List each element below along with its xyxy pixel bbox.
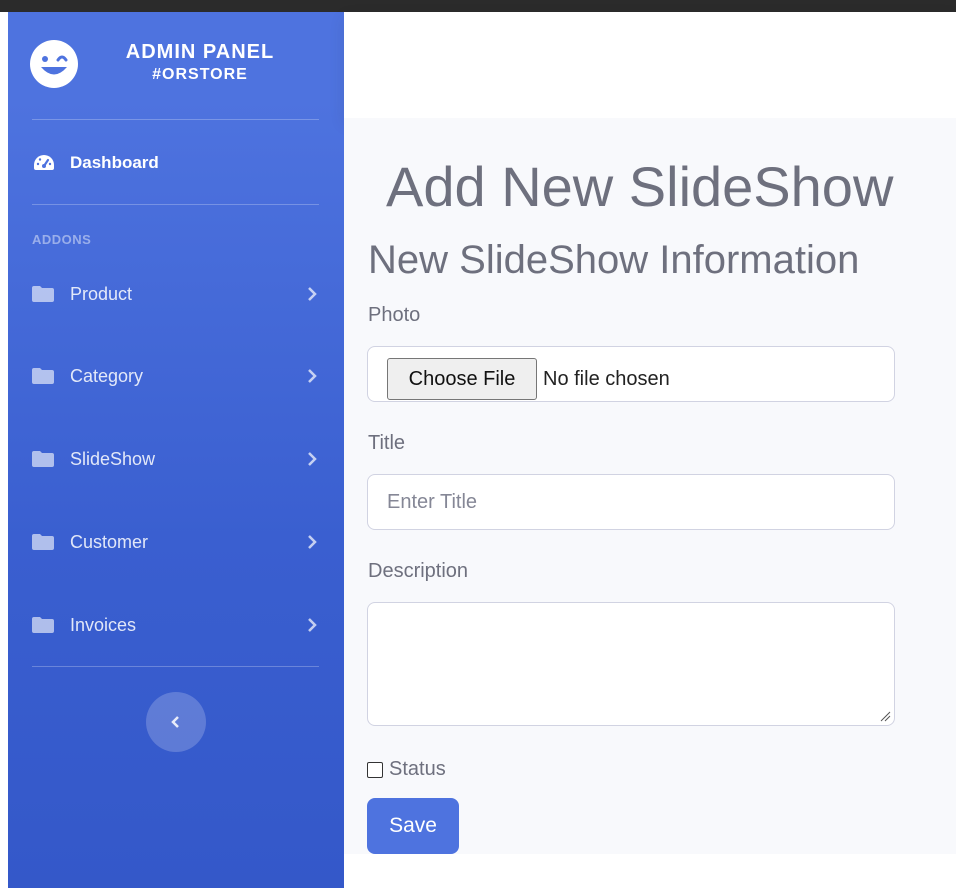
description-label: Description (368, 560, 469, 582)
sidebar-heading: ADDONS (32, 232, 92, 247)
sidebar-item-invoices[interactable]: Invoices (32, 610, 318, 640)
chevron-right-icon (308, 618, 317, 632)
sidebar-item-category[interactable]: Category (32, 361, 318, 391)
sidebar-brand[interactable]: ADMIN PANEL #ORSTORE (30, 40, 330, 100)
sidebar-divider (32, 666, 319, 667)
page-title: Add New SlideShow (386, 155, 894, 218)
chevron-right-icon (308, 369, 317, 383)
brand-text: ADMIN PANEL #ORSTORE (100, 40, 340, 86)
sidebar-item-slideshow[interactable]: SlideShow (32, 444, 318, 474)
sidebar-item-label: Invoices (70, 614, 137, 635)
sidebar-item-label: Category (70, 365, 144, 386)
save-button[interactable]: Save (367, 798, 459, 854)
choose-file-button[interactable]: Choose File (387, 358, 537, 400)
title-placeholder: Enter Title (387, 491, 478, 513)
photo-label: Photo (368, 304, 421, 326)
main-content: Add New SlideShow New SlideShow Informat… (344, 118, 956, 854)
status-label: Status (389, 758, 446, 780)
brand-title: ADMIN PANEL (125, 41, 275, 63)
chevron-right-icon (308, 452, 317, 466)
folder-icon (32, 534, 54, 550)
status-checkbox[interactable] (367, 761, 383, 778)
sidebar-item-label: SlideShow (70, 448, 156, 469)
folder-icon (32, 286, 54, 302)
sidebar-item-label: Customer (70, 531, 149, 552)
sidebar-toggle-button[interactable] (146, 692, 206, 752)
title-label: Title (368, 432, 406, 454)
sidebar-item-label: Product (70, 283, 133, 304)
resize-grip-icon[interactable] (879, 710, 891, 722)
description-textarea[interactable] (367, 602, 895, 726)
sidebar-item-customer[interactable]: Customer (32, 527, 318, 557)
chevron-left-icon (171, 716, 179, 728)
photo-file-input[interactable]: Choose File No file chosen (367, 346, 895, 402)
folder-icon (32, 368, 54, 384)
sidebar-divider (32, 204, 319, 205)
sidebar-item-dashboard[interactable]: Dashboard (32, 151, 159, 175)
sidebar-item-product[interactable]: Product (32, 279, 318, 309)
chevron-right-icon (308, 535, 317, 549)
folder-icon (32, 617, 54, 633)
file-status-text: No file chosen (543, 368, 670, 390)
brand-subtitle: #ORSTORE (152, 66, 248, 83)
folder-icon (32, 451, 54, 467)
sidebar-item-label: Dashboard (70, 153, 159, 172)
window-top-strip (0, 0, 956, 12)
sidebar-divider (32, 119, 319, 120)
status-checkbox-row[interactable]: Status (367, 758, 446, 781)
chevron-right-icon (308, 287, 317, 301)
section-title: New SlideShow Information (368, 238, 860, 282)
title-input[interactable]: Enter Title (367, 474, 895, 530)
topbar (344, 12, 956, 118)
sidebar: ADMIN PANEL #ORSTORE Dashboard ADDONS Pr… (8, 12, 344, 888)
tachometer-icon (34, 155, 54, 170)
